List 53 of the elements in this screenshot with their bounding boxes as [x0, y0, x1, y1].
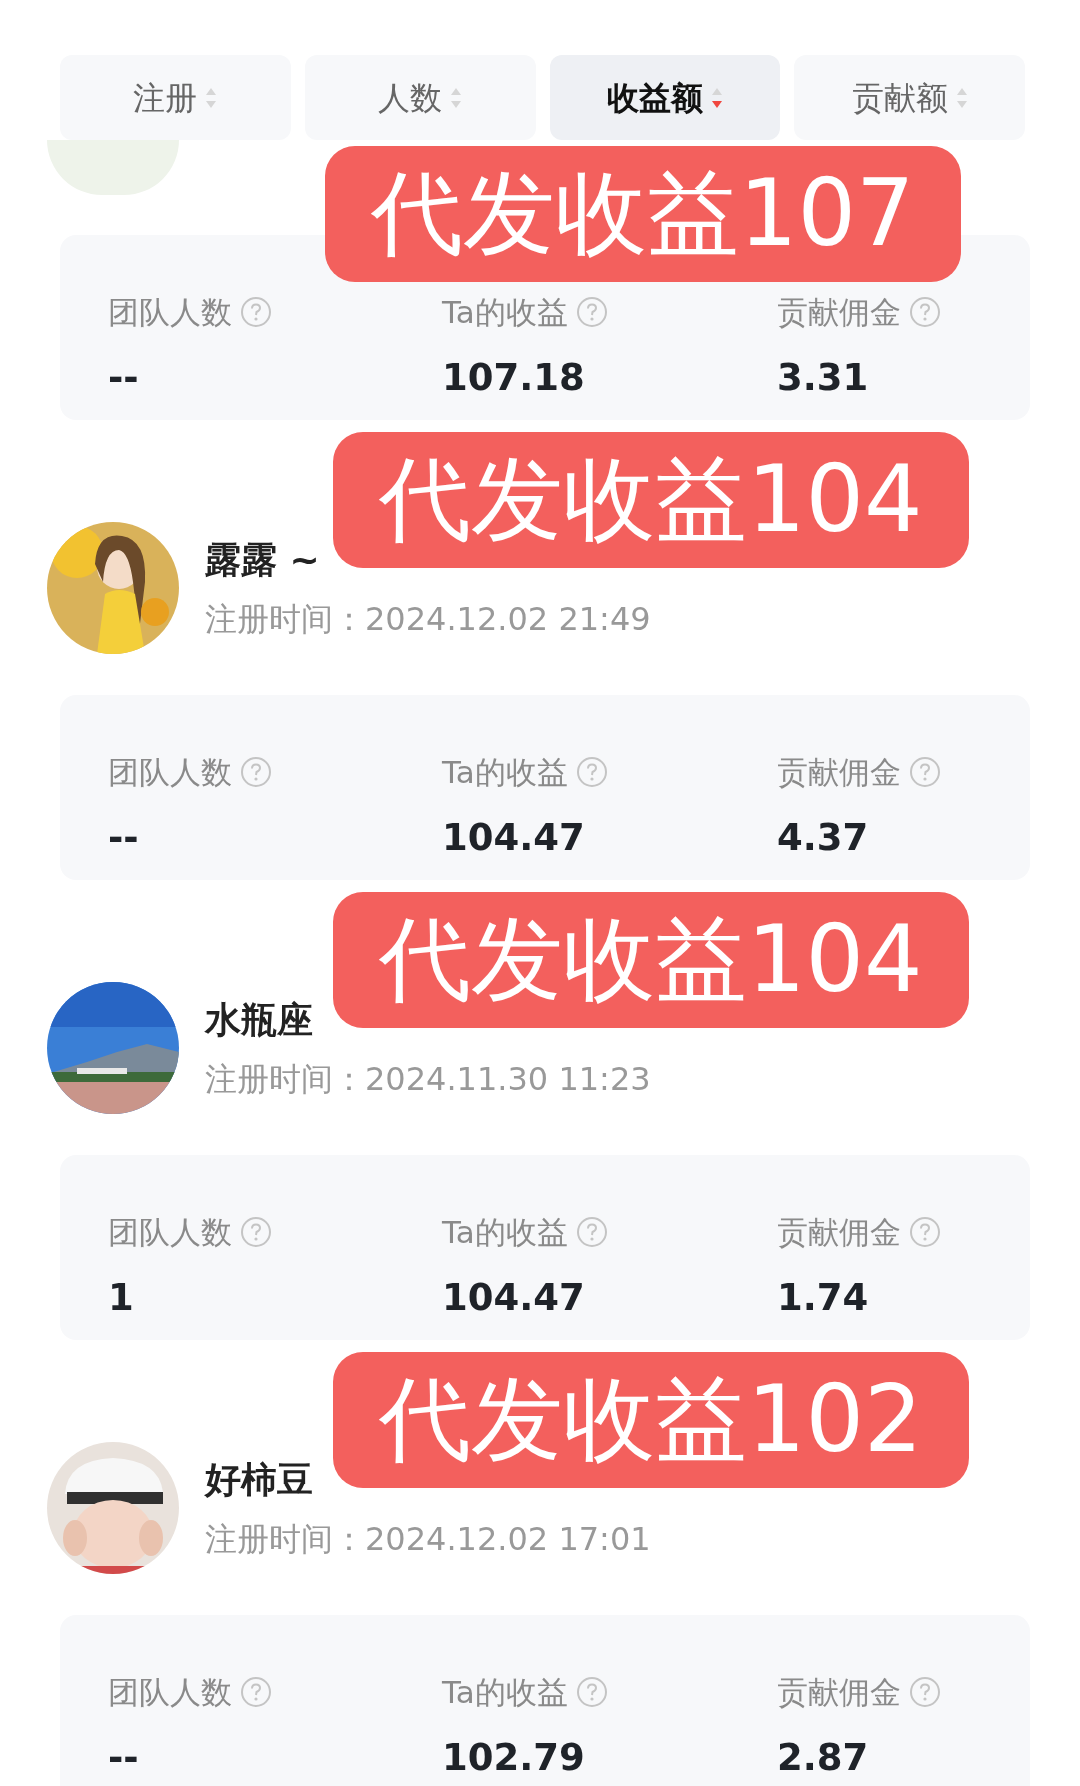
- stat-value: 2.87: [777, 1734, 870, 1781]
- date-label: 注册时间：: [205, 1519, 365, 1560]
- stat-value: 102.79: [442, 1734, 586, 1781]
- help-icon[interactable]: [909, 756, 941, 789]
- sort-tab[interactable]: 注册: [60, 55, 291, 140]
- overlay-banner: 代发收益104: [333, 892, 969, 1028]
- stat-value: 104.47: [442, 1274, 586, 1321]
- stat-value: --: [108, 1734, 140, 1781]
- stat-label: 贡献佣金: [777, 753, 901, 792]
- stat-label: Ta的收益: [442, 293, 568, 332]
- overlay-banner: 代发收益104: [333, 432, 969, 568]
- member-name: 好柿豆: [205, 1458, 314, 1502]
- registration-date: 2024.12.02 17:01: [365, 1519, 651, 1560]
- date-label: 注册时间：: [205, 1059, 365, 1100]
- member-name: 露露 ~: [205, 538, 321, 582]
- stat-label: 团队人数: [108, 1673, 232, 1712]
- stat-value: 107.18: [442, 354, 586, 401]
- stat-label: 团队人数: [108, 1213, 232, 1252]
- stat-label: 贡献佣金: [777, 1673, 901, 1712]
- stat-value: 1: [108, 1274, 135, 1321]
- sort-tab[interactable]: 人数: [304, 55, 536, 140]
- help-icon[interactable]: [240, 756, 272, 789]
- stat-label: Ta的收益: [442, 753, 568, 792]
- stat-label: Ta的收益: [442, 1213, 568, 1252]
- stat-label: Ta的收益: [442, 1673, 568, 1712]
- help-icon[interactable]: [909, 1676, 941, 1709]
- stat-value: --: [108, 814, 140, 861]
- member-name: 水瓶座: [205, 998, 314, 1042]
- stat-value: --: [108, 354, 140, 401]
- help-icon[interactable]: [575, 1216, 608, 1249]
- sort-tab[interactable]: 收益额: [549, 55, 781, 140]
- stat-value: 104.47: [442, 814, 586, 861]
- sort-tab[interactable]: 贡献额: [794, 55, 1025, 140]
- stat-label: 贡献佣金: [777, 1213, 901, 1252]
- stat-value: 1.74: [777, 1274, 870, 1321]
- help-icon[interactable]: [240, 1216, 272, 1249]
- date-label: 注册时间：: [205, 599, 365, 640]
- help-icon[interactable]: [240, 296, 272, 329]
- stat-value: 4.37: [777, 814, 870, 861]
- stat-value: 3.31: [777, 354, 870, 401]
- registration-date: 2024.11.30 11:23: [365, 1059, 651, 1100]
- help-icon[interactable]: [575, 756, 608, 789]
- help-icon[interactable]: [909, 1216, 941, 1249]
- stat-label: 团队人数: [108, 293, 232, 332]
- help-icon[interactable]: [575, 296, 608, 329]
- help-icon[interactable]: [575, 1676, 608, 1709]
- registration-date: 2024.12.02 21:49: [365, 599, 651, 640]
- overlay-banner: 代发收益102: [333, 1352, 969, 1488]
- help-icon[interactable]: [240, 1676, 272, 1709]
- stat-label: 团队人数: [108, 753, 232, 792]
- overlay-banner: 代发收益107: [325, 146, 961, 282]
- help-icon[interactable]: [909, 296, 941, 329]
- stat-label: 贡献佣金: [777, 293, 901, 332]
